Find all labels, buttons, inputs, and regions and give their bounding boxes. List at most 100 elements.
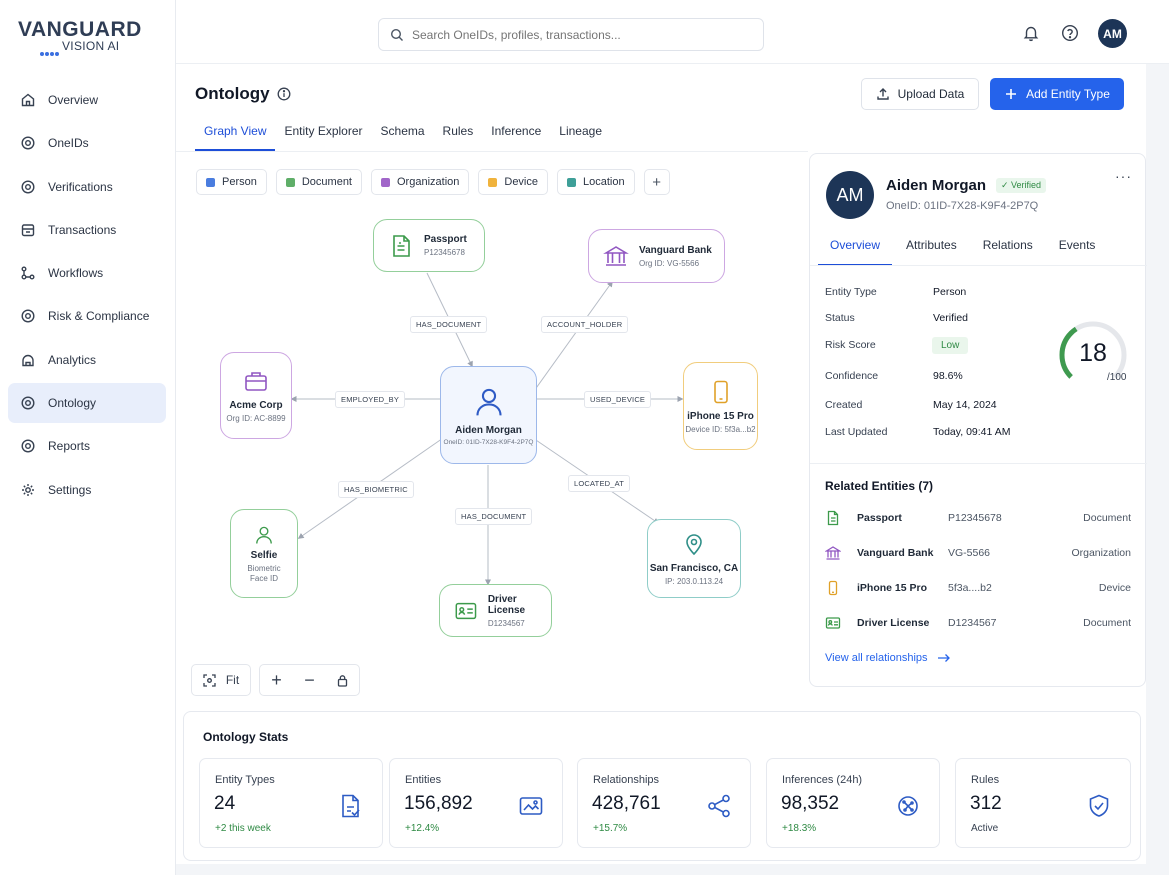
related-name: iPhone 15 Pro bbox=[857, 582, 928, 594]
top-bar: AM bbox=[176, 0, 1169, 64]
legend-chip-organization[interactable]: Organization bbox=[371, 169, 470, 195]
sidebar-item-settings[interactable]: Settings bbox=[8, 470, 166, 510]
relation-label-located-at: LOCATED_AT bbox=[568, 475, 631, 492]
field-key-confidence: Confidence bbox=[825, 370, 879, 382]
tab-rules[interactable]: Rules bbox=[434, 119, 483, 151]
field-value-created: May 14, 2024 bbox=[933, 399, 997, 411]
related-entity-row[interactable]: iPhone 15 Pro 5f3a....b2 Device bbox=[825, 578, 1131, 598]
transactions-icon bbox=[21, 224, 35, 237]
related-entity-row[interactable]: Vanguard Bank VG-5566 Organization bbox=[825, 543, 1131, 563]
logo-dots-icon bbox=[40, 45, 60, 56]
legend-label: Organization bbox=[397, 176, 460, 188]
detail-tab-relations[interactable]: Relations bbox=[971, 234, 1045, 266]
sidebar-item-risk-compliance[interactable]: Risk & Compliance bbox=[8, 296, 166, 336]
sidebar-item-overview[interactable]: Overview bbox=[8, 80, 166, 120]
sidebar-item-analytics[interactable]: Analytics bbox=[8, 340, 166, 380]
phone-icon bbox=[713, 380, 728, 403]
related-entity-row[interactable]: Passport P12345678 Document bbox=[825, 508, 1131, 528]
stat-delta: +15.7% bbox=[593, 823, 628, 834]
legend-chip-device[interactable]: Device bbox=[478, 169, 548, 195]
bell-icon[interactable] bbox=[1022, 24, 1040, 42]
sidebar-item-oneids[interactable]: OneIDs bbox=[8, 123, 166, 163]
fit-control: Fit bbox=[192, 673, 250, 687]
tab-lineage[interactable]: Lineage bbox=[550, 119, 611, 151]
brand-logo[interactable]: VANGUARD VISION AI bbox=[18, 18, 158, 58]
stat-card-inferences[interactable]: Inferences (24h) 98,352 +18.3% bbox=[766, 758, 940, 848]
relation-label-account-holder: ACCOUNT_HOLDER bbox=[541, 316, 629, 333]
search-input[interactable] bbox=[412, 27, 742, 42]
node-biometric-selfie[interactable]: Selfie Biometric Face ID bbox=[230, 509, 298, 598]
stat-value: 428,761 bbox=[592, 793, 661, 814]
legend-label: Location bbox=[583, 176, 625, 188]
fit-screen-icon bbox=[203, 673, 216, 687]
detail-tabs-divider bbox=[810, 265, 1147, 266]
entity-types-icon bbox=[342, 794, 360, 818]
node-name: Driver License bbox=[487, 593, 526, 616]
node-person-aiden-morgan[interactable]: Aiden Morgan OneID: 01ID-7X28-K9F4-2P7Q bbox=[440, 366, 537, 464]
lock-icon[interactable] bbox=[326, 674, 359, 687]
related-type: Document bbox=[1083, 512, 1131, 524]
detail-tab-overview[interactable]: Overview bbox=[818, 234, 893, 266]
stat-value: 312 bbox=[970, 793, 1002, 814]
sidebar-item-reports[interactable]: Reports bbox=[8, 426, 166, 466]
node-document-passport[interactable]: Passport P12345678 bbox=[373, 219, 485, 272]
view-all-relationships-link[interactable]: View all relationships bbox=[825, 652, 951, 664]
node-sub: Biometric bbox=[247, 564, 281, 573]
sidebar-item-transactions[interactable]: Transactions bbox=[8, 210, 166, 250]
related-entity-row[interactable]: Driver License D1234567 Document bbox=[825, 613, 1131, 633]
sidebar-item-label: OneIDs bbox=[48, 136, 89, 151]
search-box[interactable] bbox=[378, 18, 764, 51]
help-icon[interactable] bbox=[1061, 24, 1079, 42]
edge-account-holder bbox=[523, 280, 613, 406]
id-card-icon bbox=[825, 617, 841, 629]
node-sub: Org ID: AC-8899 bbox=[226, 414, 286, 423]
node-sub: D1234567 bbox=[487, 618, 525, 628]
node-name: Selfie bbox=[250, 550, 278, 561]
info-icon[interactable] bbox=[277, 87, 291, 101]
node-location-san-francisco[interactable]: San Francisco, CA IP: 203.0.113.24 bbox=[647, 519, 741, 598]
detail-tab-events[interactable]: Events bbox=[1047, 234, 1108, 266]
add-legend-filter-button[interactable]: + bbox=[643, 169, 670, 195]
related-id: P12345678 bbox=[948, 512, 1002, 524]
id-card-icon bbox=[455, 602, 477, 619]
sidebar-item-workflows[interactable]: Workflows bbox=[8, 253, 166, 293]
user-avatar[interactable]: AM bbox=[1098, 19, 1127, 48]
node-sub: P12345678 bbox=[424, 248, 465, 257]
legend-chip-document[interactable]: Document bbox=[275, 169, 362, 195]
tab-inference[interactable]: Inference bbox=[482, 119, 550, 151]
more-options-icon[interactable]: ··· bbox=[1115, 168, 1132, 184]
field-key-created: Created bbox=[825, 399, 863, 411]
detail-tab-attributes[interactable]: Attributes bbox=[894, 234, 969, 266]
related-id: VG-5566 bbox=[948, 547, 991, 559]
legend-swatch bbox=[381, 177, 390, 187]
legend-chip-person[interactable]: Person bbox=[196, 169, 267, 195]
arrow-right-icon bbox=[937, 654, 950, 662]
gear-icon bbox=[22, 483, 34, 496]
fit-button[interactable]: Fit bbox=[191, 664, 251, 696]
upload-data-button[interactable]: Upload Data bbox=[861, 78, 979, 110]
ontology-icon bbox=[21, 396, 35, 410]
tab-entity-explorer[interactable]: Entity Explorer bbox=[275, 119, 371, 151]
node-device-iphone[interactable]: iPhone 15 Pro Device ID: 5f3a...b2 bbox=[683, 362, 758, 450]
stat-card-entities[interactable]: Entities 156,892 +12.4% bbox=[389, 758, 563, 848]
node-document-driver-license[interactable]: Driver License D1234567 bbox=[439, 584, 552, 637]
tab-schema[interactable]: Schema bbox=[372, 119, 434, 151]
workflow-icon bbox=[21, 266, 35, 280]
legend-chip-location[interactable]: Location bbox=[557, 169, 635, 195]
sidebar-item-ontology[interactable]: Ontology bbox=[8, 383, 166, 424]
view-tabs: Graph View Entity Explorer Schema Rules … bbox=[195, 119, 611, 151]
tab-graph-view[interactable]: Graph View bbox=[195, 119, 276, 151]
node-organization-vanguard-bank[interactable]: Vanguard Bank Org ID: VG-5566 bbox=[588, 229, 725, 283]
ontology-graph[interactable]: HAS_DOCUMENT ACCOUNT_HOLDER EMPLOYED_BY … bbox=[176, 200, 808, 660]
person-icon bbox=[475, 388, 502, 415]
stat-card-entity-types[interactable]: Entity Types 24 +2 this week bbox=[199, 758, 383, 848]
zoom-in-icon[interactable]: + bbox=[260, 670, 293, 691]
add-entity-type-button[interactable]: Add Entity Type bbox=[990, 78, 1124, 110]
stat-card-relationships[interactable]: Relationships 428,761 +15.7% bbox=[577, 758, 751, 848]
sidebar-item-verifications[interactable]: Verifications bbox=[8, 167, 166, 207]
stat-card-rules[interactable]: Rules 312 Active bbox=[955, 758, 1131, 848]
zoom-out-icon[interactable]: − bbox=[293, 670, 326, 691]
legend-swatch bbox=[567, 177, 576, 187]
phone-icon bbox=[828, 580, 838, 596]
node-organization-acme-corp[interactable]: Acme Corp Org ID: AC-8899 bbox=[220, 352, 292, 439]
